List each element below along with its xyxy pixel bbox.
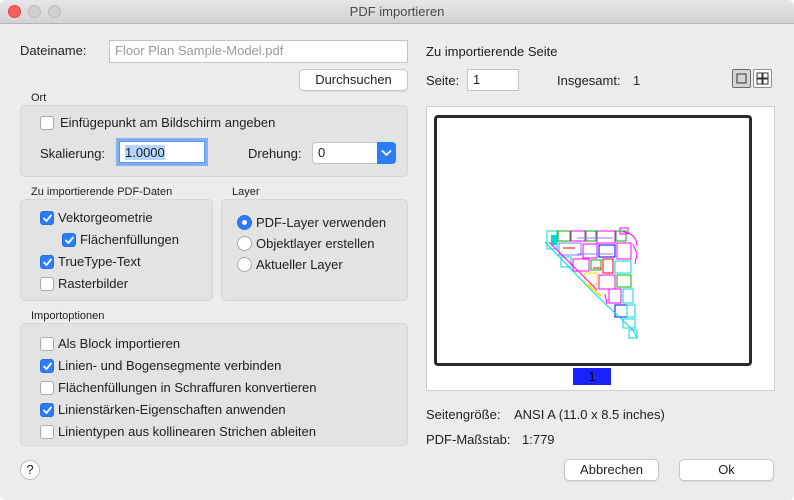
page-thumbnail[interactable] bbox=[434, 115, 752, 366]
truetype-text-checkbox[interactable] bbox=[40, 255, 54, 269]
cancel-button[interactable]: Abbrechen bbox=[564, 459, 659, 481]
checkmark-icon bbox=[43, 258, 52, 266]
convert-fills-to-hatches-label: Flächenfüllungen in Schraffuren konverti… bbox=[58, 380, 317, 395]
infer-linetypes-label: Linientypen aus kollinearen Strichen abl… bbox=[58, 424, 317, 439]
apply-lineweights-label: Linienstärken-Eigenschaften anwenden bbox=[58, 402, 286, 417]
create-object-layers-label: Objektlayer erstellen bbox=[256, 236, 375, 251]
grid-pages-icon bbox=[756, 72, 769, 85]
rotation-value: 0 bbox=[318, 145, 326, 160]
pdf-scale-value: 1:779 bbox=[522, 432, 555, 447]
join-segments-label: Linien- und Bogensegmente verbinden bbox=[58, 358, 282, 373]
pdf-import-dialog: PDF importieren Dateiname: Floor Plan Sa… bbox=[0, 0, 794, 500]
current-layer-radio[interactable] bbox=[237, 257, 252, 272]
convert-fills-to-hatches-checkbox[interactable] bbox=[40, 381, 54, 395]
import-as-block-checkbox[interactable] bbox=[40, 337, 54, 351]
help-button[interactable]: ? bbox=[20, 460, 40, 480]
checkmark-icon bbox=[43, 214, 52, 222]
browse-button[interactable]: Durchsuchen bbox=[299, 69, 408, 91]
use-pdf-layers-radio[interactable] bbox=[237, 215, 252, 230]
checkmark-icon bbox=[43, 406, 52, 414]
scale-input[interactable]: 1.0000 bbox=[119, 141, 205, 163]
page-number-badge: 1 bbox=[573, 368, 611, 385]
page-preview-panel: 1 bbox=[426, 106, 775, 391]
import-as-block-label: Als Block importieren bbox=[58, 336, 181, 351]
import-options-heading: Importoptionen bbox=[31, 310, 105, 322]
pdf-scale-label: PDF-Maßstab: bbox=[426, 432, 511, 447]
grid-view-button[interactable] bbox=[753, 69, 772, 88]
window-title: PDF importieren bbox=[349, 4, 445, 19]
pdf-data-heading: Zu importierende PDF-Daten bbox=[31, 186, 173, 198]
rotation-label: Drehung: bbox=[248, 146, 302, 161]
single-page-view-button[interactable] bbox=[732, 69, 751, 88]
specify-on-screen-label: Einfügepunkt am Bildschirm angeben bbox=[60, 115, 276, 130]
scale-label: Skalierung: bbox=[40, 146, 106, 161]
vector-geometry-checkbox[interactable] bbox=[40, 211, 54, 225]
total-label: Insgesamt: bbox=[557, 73, 621, 88]
solid-fills-checkbox[interactable] bbox=[62, 233, 76, 247]
infer-linetypes-checkbox[interactable] bbox=[40, 425, 54, 439]
use-pdf-layers-label: PDF-Layer verwenden bbox=[256, 215, 387, 230]
truetype-text-label: TrueType-Text bbox=[58, 254, 141, 269]
checkmark-icon bbox=[65, 236, 74, 244]
vector-geometry-label: Vektorgeometrie bbox=[58, 210, 153, 225]
raster-images-checkbox[interactable] bbox=[40, 277, 54, 291]
page-label: Seite: bbox=[426, 73, 460, 88]
title-bar: PDF importieren bbox=[0, 0, 794, 24]
ok-button[interactable]: Ok bbox=[679, 459, 774, 481]
floor-plan-drawing bbox=[544, 227, 638, 339]
rotation-select[interactable]: 0 bbox=[312, 142, 396, 164]
create-object-layers-radio[interactable] bbox=[237, 236, 252, 251]
filename-label: Dateiname: bbox=[20, 43, 87, 58]
total-value: 1 bbox=[633, 73, 641, 88]
current-layer-label: Aktueller Layer bbox=[256, 257, 343, 272]
location-heading: Ort bbox=[31, 92, 47, 104]
filename-field[interactable]: Floor Plan Sample-Model.pdf bbox=[109, 40, 408, 63]
apply-lineweights-checkbox[interactable] bbox=[40, 403, 54, 417]
checkmark-icon bbox=[43, 362, 52, 370]
page-section-heading: Zu importierende Seite bbox=[426, 44, 558, 59]
scale-value: 1.0000 bbox=[125, 145, 165, 160]
single-page-icon bbox=[736, 73, 747, 84]
layer-heading: Layer bbox=[232, 186, 260, 198]
page-size-value: ANSI A (11.0 x 8.5 inches) bbox=[514, 407, 665, 422]
join-segments-checkbox[interactable] bbox=[40, 359, 54, 373]
page-number-input[interactable]: 1 bbox=[467, 69, 519, 91]
chevron-down-icon bbox=[377, 142, 396, 164]
specify-on-screen-checkbox[interactable] bbox=[40, 116, 54, 130]
page-size-label: Seitengröße: bbox=[426, 407, 501, 422]
solid-fills-label: Flächenfüllungen bbox=[80, 232, 180, 247]
raster-images-label: Rasterbilder bbox=[58, 276, 129, 291]
